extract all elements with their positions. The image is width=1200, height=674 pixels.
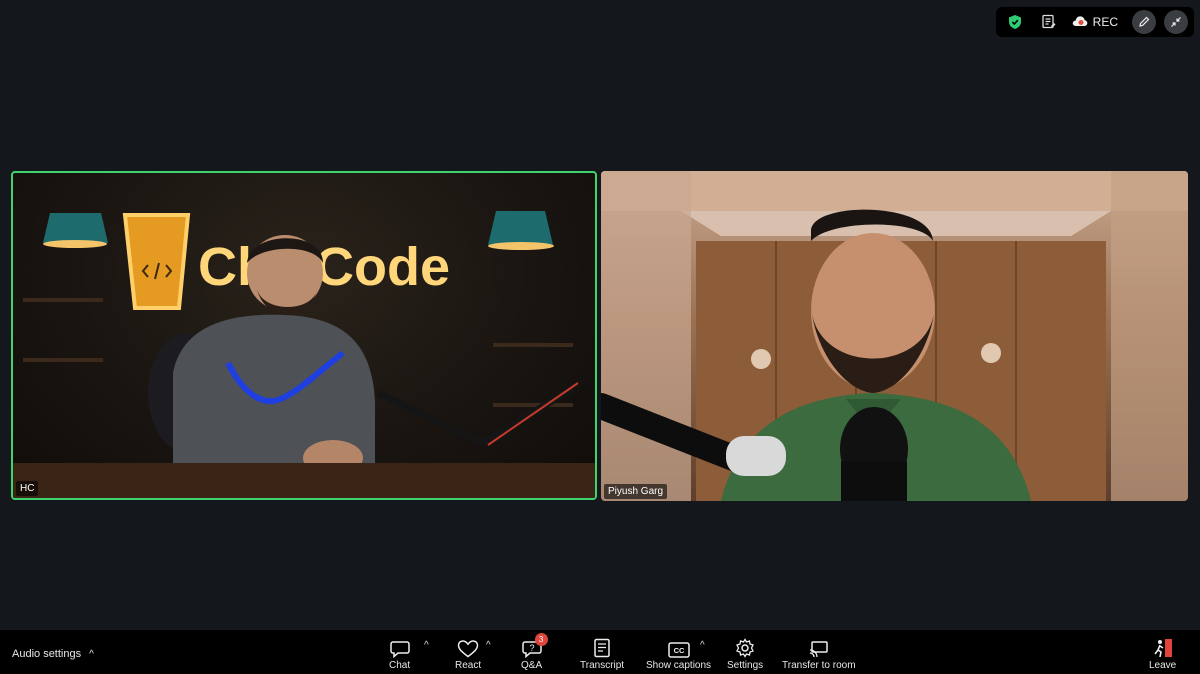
cloud-record-icon [1072,15,1088,30]
shield-icon[interactable] [1004,11,1026,33]
leave-door-icon [1152,636,1174,658]
qa-label: Q&A [521,660,543,671]
qa-badge: 3 [534,633,548,646]
captions-options-chevron-icon[interactable]: ^ [700,640,705,651]
react-options-chevron-icon[interactable]: ^ [486,640,491,651]
meeting-toolbar: Audio settings ^ Chat ^ React ^ ? 3 Q&A … [0,630,1200,674]
heart-icon [457,636,479,658]
participant-name-tag: HC [16,481,39,496]
participant-video: ChaiCode [13,211,595,498]
cast-icon [809,636,829,658]
leave-label: Leave [1149,660,1177,671]
react-button[interactable]: React [455,636,481,671]
qa-button[interactable]: ? 3 Q&A [521,633,548,671]
transcript-label: Transcript [580,660,625,671]
neon-sign-text: ChaiCode [198,237,450,297]
svg-text:?: ? [529,643,534,653]
chat-icon [389,636,410,658]
transfer-label: Transfer to room [782,660,856,671]
transcript-icon [593,636,611,658]
chat-label: Chat [389,660,411,671]
chat-button[interactable]: Chat [389,636,410,671]
participant-video [601,171,1188,501]
video-tile-active-speaker[interactable]: ChaiCode HC [11,171,597,500]
transfer-to-room-button[interactable]: Transfer to room [782,636,856,671]
rec-label: REC [1092,15,1118,29]
recording-indicator[interactable]: REC [1072,15,1118,30]
svg-text:CC: CC [673,646,684,655]
qa-icon: ? 3 [521,633,548,658]
notes-icon[interactable] [1038,11,1060,33]
video-tile-participant[interactable]: Piyush Garg [601,171,1188,501]
chevron-up-icon: ^ [89,648,94,660]
settings-label: Settings [727,660,764,671]
chat-options-chevron-icon[interactable]: ^ [424,640,429,651]
leave-button[interactable]: Leave [1149,636,1176,671]
react-label: React [455,660,482,671]
settings-button[interactable]: Settings [727,636,763,671]
show-captions-label: Show captions [646,660,712,671]
gear-icon [735,636,755,658]
participant-name-tag: Piyush Garg [604,484,668,499]
transcript-button[interactable]: Transcript [580,636,624,671]
pencil-icon[interactable] [1132,10,1156,34]
audio-settings-button[interactable]: Audio settings ^ [12,648,94,660]
audio-settings-label: Audio settings [12,648,82,660]
minimize-icon[interactable] [1164,10,1188,34]
meeting-status-bar: REC [995,7,1194,37]
cc-icon: CC [667,636,690,658]
